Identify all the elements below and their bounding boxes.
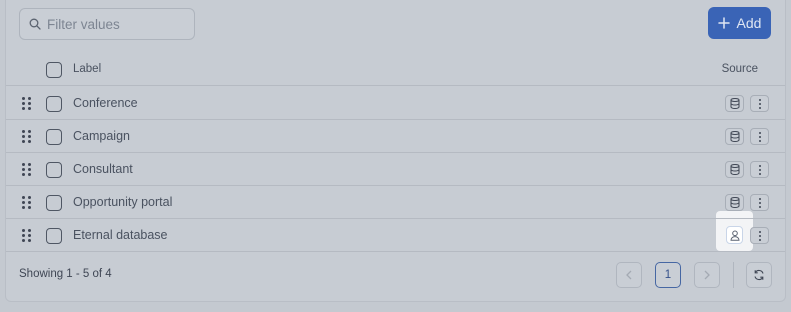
source-database-button[interactable] bbox=[725, 161, 744, 178]
row-checkbox[interactable] bbox=[46, 162, 62, 178]
refresh-icon bbox=[754, 269, 764, 281]
row-checkbox[interactable] bbox=[46, 228, 62, 244]
pagination-summary: Showing 1 - 5 of 4 bbox=[19, 268, 112, 280]
current-page-number: 1 bbox=[664, 269, 672, 281]
refresh-button[interactable] bbox=[746, 262, 772, 288]
add-button-label: Add bbox=[736, 15, 762, 31]
drag-handle-icon[interactable] bbox=[22, 229, 32, 243]
page-button-current[interactable]: 1 bbox=[655, 262, 681, 288]
next-page-button[interactable] bbox=[694, 262, 720, 288]
table-row: Campaign bbox=[6, 120, 785, 153]
table-row: Conference bbox=[6, 87, 785, 120]
row-label: Eternal database bbox=[73, 228, 168, 242]
drag-handle-icon[interactable] bbox=[22, 196, 32, 210]
table-row: Consultant bbox=[6, 153, 785, 186]
row-more-button[interactable] bbox=[750, 227, 769, 244]
database-icon bbox=[730, 164, 739, 175]
row-label: Opportunity portal bbox=[73, 195, 173, 209]
drag-handle-icon[interactable] bbox=[22, 130, 32, 144]
drag-handle-icon[interactable] bbox=[22, 97, 32, 111]
select-all-checkbox[interactable] bbox=[46, 62, 62, 78]
plus-icon bbox=[717, 17, 730, 29]
user-icon bbox=[729, 230, 740, 241]
row-more-button[interactable] bbox=[750, 194, 769, 211]
drag-handle-icon[interactable] bbox=[22, 163, 32, 177]
prev-page-button[interactable] bbox=[616, 262, 642, 288]
more-vertical-icon bbox=[758, 131, 761, 142]
table-row: Eternal database bbox=[6, 219, 785, 252]
search-input[interactable] bbox=[47, 16, 187, 32]
row-checkbox[interactable] bbox=[46, 96, 62, 112]
chevron-left-icon bbox=[626, 270, 632, 280]
table-row: Opportunity portal bbox=[6, 186, 785, 219]
row-checkbox[interactable] bbox=[46, 129, 62, 145]
database-icon bbox=[730, 131, 739, 142]
more-vertical-icon bbox=[758, 197, 761, 208]
add-button[interactable]: Add bbox=[708, 7, 771, 39]
pagination-divider bbox=[733, 262, 734, 288]
more-vertical-icon bbox=[758, 164, 761, 175]
source-user-button[interactable] bbox=[726, 226, 743, 244]
row-label: Consultant bbox=[73, 162, 133, 176]
row-label: Campaign bbox=[73, 129, 130, 143]
source-database-button[interactable] bbox=[725, 128, 744, 145]
chevron-right-icon bbox=[704, 270, 710, 280]
row-more-button[interactable] bbox=[750, 128, 769, 145]
column-header-source: Source bbox=[721, 63, 758, 75]
row-more-button[interactable] bbox=[750, 95, 769, 112]
table-header: Label Source bbox=[6, 54, 785, 86]
values-panel: Add Label Source Conference bbox=[5, 0, 786, 302]
search-icon bbox=[29, 18, 41, 30]
source-database-button[interactable] bbox=[725, 194, 744, 211]
database-icon bbox=[730, 98, 739, 109]
row-more-button[interactable] bbox=[750, 161, 769, 178]
row-label: Conference bbox=[73, 96, 138, 110]
more-vertical-icon bbox=[758, 230, 761, 241]
row-checkbox[interactable] bbox=[46, 195, 62, 211]
database-icon bbox=[730, 197, 739, 208]
search-box[interactable] bbox=[19, 8, 195, 40]
column-header-label: Label bbox=[73, 63, 102, 75]
source-database-button[interactable] bbox=[725, 95, 744, 112]
more-vertical-icon bbox=[758, 98, 761, 109]
